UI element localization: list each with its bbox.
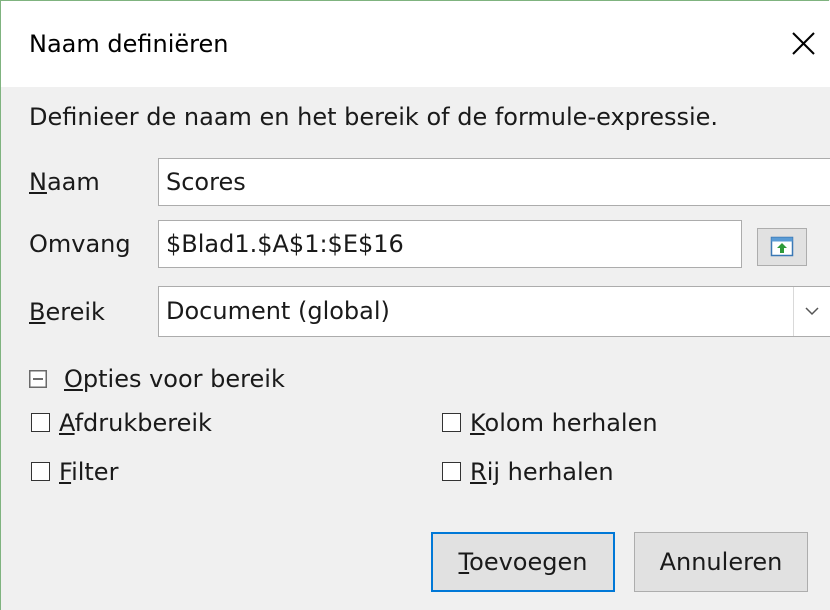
repeat-column-label: Kolom herhalen (470, 409, 658, 437)
name-input[interactable] (158, 158, 830, 206)
range-select-value: Document (global) (166, 297, 390, 325)
print-range-checkbox-box[interactable] (31, 413, 50, 432)
dialog-title: Naam definiëren (29, 30, 229, 58)
name-label: Naam (29, 168, 100, 196)
close-button[interactable] (787, 27, 821, 61)
repeat-row-checkbox-box[interactable] (442, 462, 461, 481)
add-button[interactable]: Toevoegen (431, 532, 615, 592)
filter-label: Filter (59, 458, 119, 486)
range-select[interactable]: Document (global) (158, 286, 830, 337)
repeat-row-label: Rij herhalen (470, 458, 614, 486)
title-bar: Naam definiëren (1, 1, 830, 87)
range-select-dropdown-button[interactable] (793, 287, 830, 336)
dialog-window: Naam definiëren Definieer de naam en het… (0, 0, 830, 610)
shrink-dialog-button[interactable] (757, 228, 807, 266)
scope-label: Omvang (29, 230, 131, 258)
repeat-column-checkbox[interactable]: Kolom herhalen (442, 407, 682, 439)
cancel-button[interactable]: Annuleren (634, 532, 808, 592)
options-expander-label: Opties voor bereik (64, 365, 285, 393)
filter-checkbox[interactable]: Filter (31, 456, 151, 488)
repeat-column-checkbox-box[interactable] (442, 413, 461, 432)
collapse-minus-icon (29, 370, 47, 388)
filter-checkbox-box[interactable] (31, 462, 50, 481)
close-icon (792, 32, 815, 55)
repeat-row-checkbox[interactable]: Rij herhalen (442, 456, 642, 488)
dialog-description: Definieer de naam en het bereik of de fo… (29, 103, 719, 131)
range-label: Bereik (29, 298, 105, 326)
shrink-dialog-icon (770, 236, 794, 257)
print-range-checkbox[interactable]: Afdrukbereik (31, 407, 241, 439)
scope-input[interactable] (158, 220, 742, 268)
print-range-label: Afdrukbereik (59, 409, 212, 437)
chevron-down-icon (805, 307, 819, 316)
